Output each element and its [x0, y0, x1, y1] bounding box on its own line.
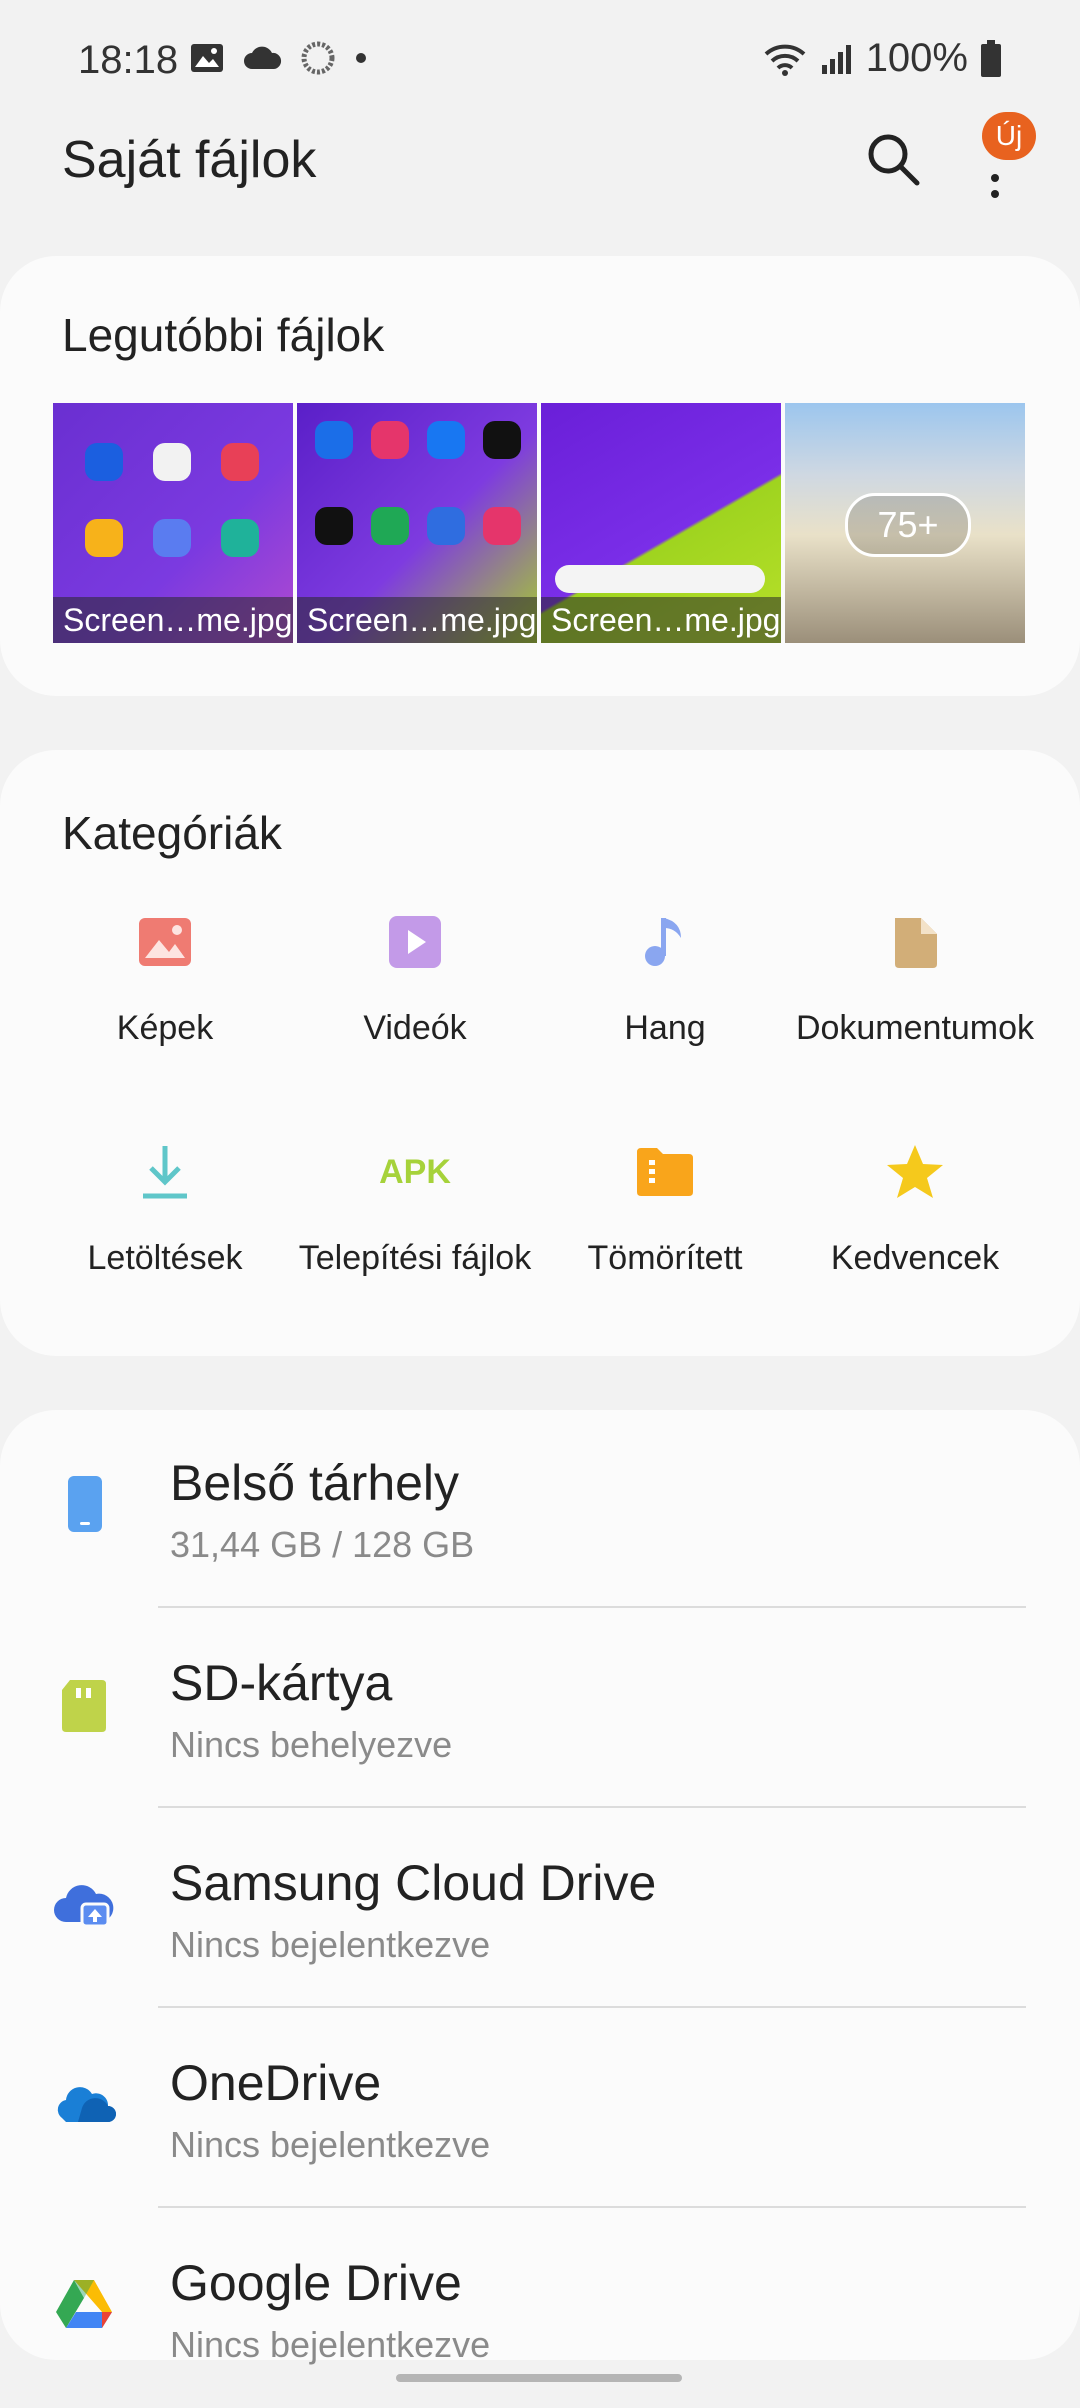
phone-icon: [68, 1476, 102, 1532]
dot-icon: [356, 53, 366, 63]
app-icon: [427, 507, 465, 545]
video-icon: [389, 916, 441, 968]
storage-subtitle: Nincs behelyezve: [170, 1724, 453, 1765]
recent-thumbnail[interactable]: Screen…me.jpg: [53, 403, 293, 643]
music-note-icon: [645, 918, 681, 966]
document-icon: [895, 918, 937, 968]
new-badge: Új: [982, 112, 1036, 160]
storage-title: Samsung Cloud Drive: [170, 1855, 657, 1911]
storage-item-samsung-cloud[interactable]: Samsung Cloud Drive Nincs bejelentkezve: [0, 1810, 1080, 2008]
storage-subtitle: Nincs bejelentkezve: [170, 2124, 491, 2165]
divider: [158, 2006, 1026, 2008]
gallery-icon: [191, 44, 223, 72]
app-icon: [371, 507, 409, 545]
category-label: Letöltések: [87, 1239, 243, 1277]
recent-files-title: Legutóbbi fájlok: [62, 309, 385, 361]
recent-thumbnail-more[interactable]: 75+: [785, 403, 1025, 643]
divider: [158, 1606, 1026, 1608]
categories-title: Kategóriák: [62, 807, 282, 859]
onedrive-icon: [57, 2087, 116, 2122]
app-icon: [371, 421, 409, 459]
status-time: 18:18: [78, 38, 179, 82]
category-favorites[interactable]: Kedvencek: [790, 1130, 1040, 1334]
more-count-badge: 75+: [845, 493, 971, 557]
status-right: 100%: [764, 36, 1002, 81]
thumbnail-caption: Screen…me.jpg: [541, 597, 781, 643]
battery-icon: [981, 39, 1001, 77]
search-button[interactable]: [862, 128, 926, 192]
search-bar-preview: [555, 565, 765, 593]
app-icon: [85, 519, 123, 557]
storage-item-onedrive[interactable]: OneDrive Nincs bejelentkezve: [0, 2010, 1080, 2208]
google-drive-icon: [56, 2280, 112, 2328]
category-images[interactable]: Képek: [40, 900, 290, 1104]
category-audio[interactable]: Hang: [540, 900, 790, 1104]
storage-item-sd-card[interactable]: SD-kártya Nincs behelyezve: [0, 1610, 1080, 1808]
signal-icon: [821, 44, 851, 74]
divider: [158, 2206, 1026, 2208]
category-label: Hang: [624, 1009, 706, 1047]
recent-thumbnail[interactable]: Screen…me.jpg: [297, 403, 537, 643]
storage-title: Google Drive: [170, 2255, 462, 2311]
gesture-nav-handle[interactable]: [396, 2374, 682, 2382]
category-label: Videók: [363, 1009, 467, 1047]
recent-thumbnails: Screen…me.jpg Screen…me.jpg Screen…me.jp…: [53, 403, 1025, 643]
status-bar: 18:18 100%: [0, 0, 1080, 120]
divider: [158, 1806, 1026, 1808]
image-icon: [139, 918, 191, 966]
recent-thumbnail[interactable]: Screen…me.jpg: [541, 403, 781, 643]
storage-title: OneDrive: [170, 2055, 382, 2111]
sync-icon: [301, 41, 335, 75]
category-label: Kedvencek: [830, 1239, 1000, 1277]
app-icon: [85, 443, 123, 481]
search-icon: [868, 134, 920, 186]
category-videos[interactable]: Videók: [290, 900, 540, 1104]
category-label: Képek: [116, 1009, 214, 1047]
category-label: Tömörített: [587, 1239, 743, 1277]
app-icon: [221, 519, 259, 557]
app-icon: [483, 421, 521, 459]
app-icon: [315, 421, 353, 459]
thumbnail-caption: Screen…me.jpg: [297, 597, 537, 643]
category-compressed[interactable]: Tömörített: [540, 1130, 790, 1334]
category-installation-files[interactable]: APK Telepítési fájlok: [290, 1130, 540, 1334]
wifi-icon: [764, 44, 806, 76]
battery-percent: 100%: [865, 36, 968, 80]
app-icon: [315, 507, 353, 545]
cloud-icon: [244, 46, 282, 69]
storage-title: Belső tárhely: [170, 1455, 460, 1511]
page-title: Saját fájlok: [62, 131, 317, 189]
recent-files-card: Legutóbbi fájlok Screen…me.jpg Screen…me…: [0, 256, 1080, 696]
apk-icon: APK: [379, 1152, 451, 1191]
zip-folder-icon: [637, 1148, 693, 1196]
app-icon: [483, 507, 521, 545]
storage-subtitle: Nincs bejelentkezve: [170, 1924, 491, 1965]
category-downloads[interactable]: Letöltések: [40, 1130, 290, 1334]
star-icon: [887, 1145, 943, 1198]
sd-card-icon: [62, 1680, 106, 1732]
status-left-icons: [190, 40, 368, 76]
storage-item-internal[interactable]: Belső tárhely 31,44 GB / 128 GB: [0, 1410, 1080, 1608]
download-icon: [143, 1146, 187, 1199]
storage-card: Belső tárhely 31,44 GB / 128 GB SD-kárty…: [0, 1410, 1080, 2365]
thumbnail-caption: Screen…me.jpg: [53, 597, 293, 643]
category-label: Telepítési fájlok: [298, 1239, 532, 1277]
storage-subtitle: Nincs bejelentkezve: [170, 2324, 491, 2365]
category-label: Dokumentumok: [795, 1009, 1035, 1047]
category-documents[interactable]: Dokumentumok: [790, 900, 1040, 1104]
categories-card: Kategóriák Képek Videók Hang Dokumentumo…: [0, 750, 1080, 1356]
app-icon: [427, 421, 465, 459]
categories-grid: Képek Videók Hang Dokumentumok Letöltése…: [40, 900, 1040, 1334]
app-icon: [221, 443, 259, 481]
app-icon: [153, 443, 191, 481]
storage-subtitle: 31,44 GB / 128 GB: [170, 1524, 475, 1565]
storage-title: SD-kártya: [170, 1655, 393, 1711]
app-icon: [153, 519, 191, 557]
cloud-upload-icon: [54, 1885, 114, 1928]
